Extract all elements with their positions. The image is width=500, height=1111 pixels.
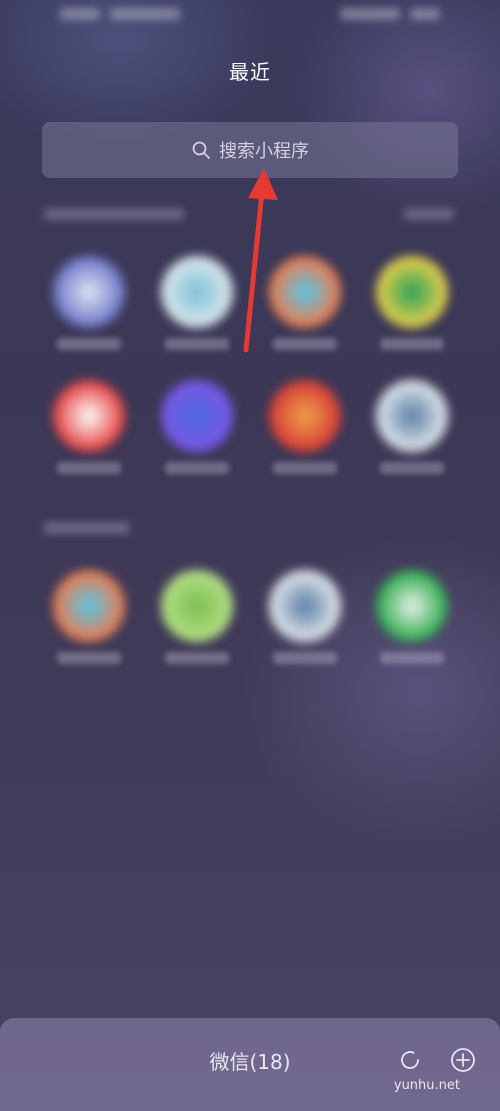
app-label <box>57 462 121 474</box>
app-icon <box>376 256 448 328</box>
section-label-more[interactable] <box>404 208 454 220</box>
app-icon <box>269 380 341 452</box>
app-label <box>273 462 337 474</box>
mine-app-2[interactable] <box>255 570 355 664</box>
mine-app-0[interactable] <box>39 570 139 664</box>
recent-app-4[interactable] <box>39 380 139 474</box>
app-icon <box>161 570 233 642</box>
app-label <box>273 652 337 664</box>
status-bar <box>0 0 500 28</box>
app-label <box>165 338 229 350</box>
app-label <box>273 338 337 350</box>
recent-app-7[interactable] <box>362 380 462 474</box>
app-icon <box>269 256 341 328</box>
app-label <box>380 462 444 474</box>
page-title: 最近 <box>229 60 271 84</box>
app-icon <box>376 380 448 452</box>
mine-app-3[interactable] <box>362 570 462 664</box>
app-icon <box>269 570 341 642</box>
app-icon <box>53 380 125 452</box>
app-icon <box>161 380 233 452</box>
app-label <box>380 652 444 664</box>
search-placeholder: 搜索小程序 <box>219 141 309 162</box>
refresh-icon[interactable] <box>396 1046 424 1074</box>
recent-app-5[interactable] <box>147 380 247 474</box>
app-icon <box>161 256 233 328</box>
search-icon <box>192 141 210 159</box>
recent-app-6[interactable] <box>255 380 355 474</box>
app-label <box>380 338 444 350</box>
search-input[interactable]: 搜索小程序 <box>42 122 458 178</box>
bottom-bar: 微信(18) <box>0 1018 500 1111</box>
recent-app-2[interactable] <box>255 256 355 350</box>
recent-app-0[interactable] <box>39 256 139 350</box>
app-label <box>165 462 229 474</box>
section-label-mine <box>44 522 130 534</box>
watermark: yunhu.net <box>393 1078 460 1093</box>
app-icon <box>376 570 448 642</box>
add-icon[interactable] <box>449 1046 477 1074</box>
recent-app-3[interactable] <box>362 256 462 350</box>
app-label <box>165 652 229 664</box>
mine-app-1[interactable] <box>147 570 247 664</box>
app-label <box>57 652 121 664</box>
app-label <box>57 338 121 350</box>
app-icon <box>53 256 125 328</box>
recent-app-1[interactable] <box>147 256 247 350</box>
app-icon <box>53 570 125 642</box>
wechat-label[interactable]: 微信(18) <box>0 1046 500 1075</box>
section-label-recent <box>44 208 184 220</box>
